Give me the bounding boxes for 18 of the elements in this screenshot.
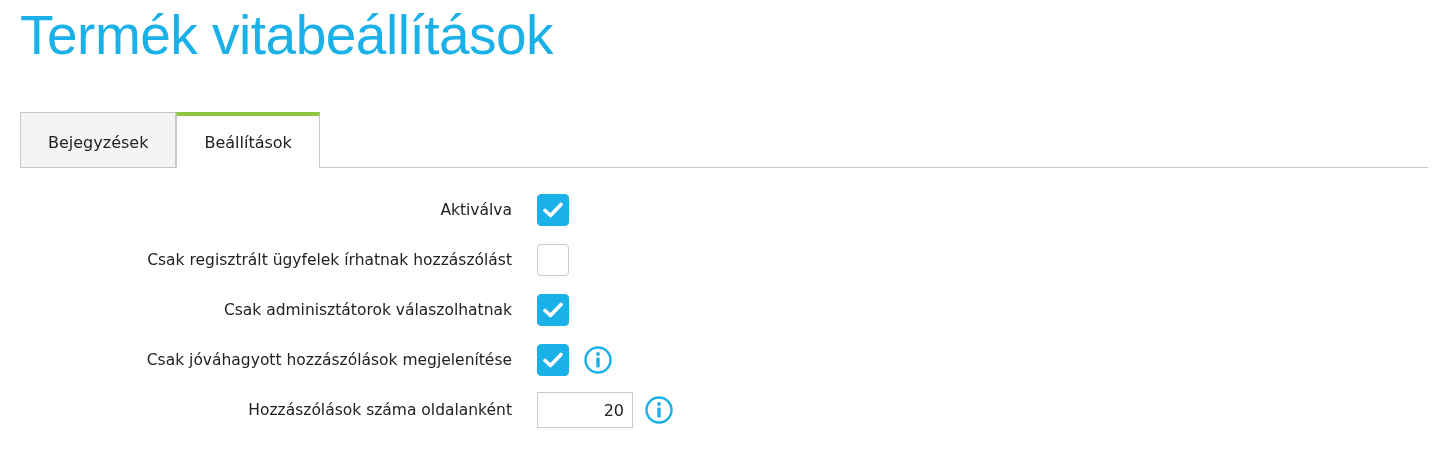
checkmark-icon [543,352,563,368]
info-icon[interactable] [644,395,674,425]
checkbox[interactable] [537,244,569,276]
checkmark-icon [543,202,563,218]
setting-label: Csak adminisztátorok válaszolhatnak [222,301,512,319]
checkbox[interactable] [537,294,569,326]
setting-label: Aktiválva [439,201,512,219]
page-title: Termék vitabeállítások [20,3,555,66]
number-field[interactable]: 20 [537,392,633,428]
checkbox[interactable] [537,344,569,376]
setting-label: Csak regisztrált ügyfelek írhatnak hozzászólást [146,251,512,269]
setting-label: Hozzászólások száma oldalanként [247,401,512,419]
checkmark-icon [543,302,563,318]
tab[interactable]: Beállítások [176,112,320,168]
setting-label: Csak jóváhagyott hozzászólások megjelenítése [145,351,512,369]
info-icon[interactable] [583,345,613,375]
tab[interactable]: Bejegyzések [20,112,177,167]
checkbox[interactable] [537,194,569,226]
